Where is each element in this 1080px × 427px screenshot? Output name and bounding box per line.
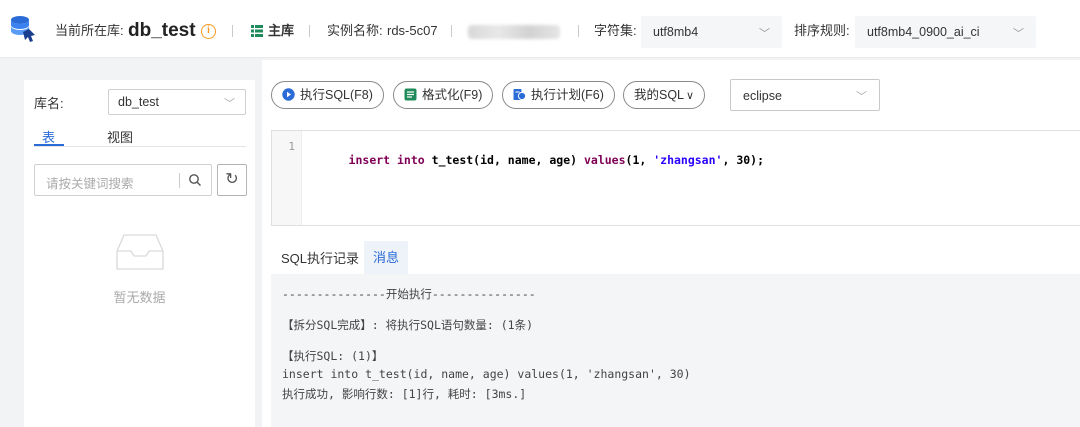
- console-line: 【执行SQL: (1)】: [282, 349, 384, 363]
- current-db-name: db_test: [128, 20, 196, 41]
- search-icon[interactable]: [188, 173, 202, 187]
- tab-sql-history[interactable]: SQL执行记录: [281, 248, 359, 267]
- my-sql-dropdown[interactable]: 我的SQL ∨: [623, 81, 706, 109]
- play-icon: [282, 88, 295, 101]
- console-line: insert into t_test(id, name, age) values…: [282, 367, 691, 381]
- chevron-down-icon: ﹀: [1013, 28, 1024, 40]
- code-token: values: [583, 153, 626, 167]
- execute-sql-label: 执行SQL(F8): [300, 88, 373, 102]
- code-token: insert into: [348, 153, 425, 167]
- collation-label: 排序规则:: [794, 23, 850, 38]
- console-line: 【拆分SQL完成】: 将执行SQL语句数量: (1条): [282, 318, 534, 332]
- code-token: , 30);: [722, 153, 765, 167]
- refresh-icon: ↻: [225, 171, 239, 188]
- chevron-down-icon: ﹀: [759, 28, 770, 40]
- refresh-button[interactable]: ↻: [217, 164, 247, 196]
- line-number: 1: [288, 140, 295, 153]
- tab-views[interactable]: 视图: [107, 127, 133, 146]
- empty-inbox-icon: [116, 234, 164, 270]
- redacted-instance-id: [468, 25, 560, 39]
- instance-label: 实例名称:: [327, 23, 383, 38]
- code-token: t_test(id, name, age): [424, 153, 584, 167]
- collation-select[interactable]: utf8mb4_0900_ai_ci ﹀: [855, 16, 1036, 48]
- instance-name: rds-5c07: [387, 23, 438, 38]
- current-db-label: 当前所在库:: [55, 23, 124, 38]
- message-console: ---------------开始执行--------------- 【拆分SQ…: [271, 274, 1080, 427]
- format-button[interactable]: 格式化(F9): [393, 81, 494, 109]
- top-bar: 当前所在库: db_test i 主库 实例名称: rds-5c07 字符集: …: [0, 0, 1080, 58]
- my-sql-label: 我的SQL: [634, 88, 685, 102]
- role-label: 主库: [268, 23, 295, 38]
- editor-theme-select[interactable]: eclipse ﹀: [730, 79, 880, 111]
- charset-value: utf8mb4: [653, 25, 699, 39]
- search-box[interactable]: 请按关键词搜索: [34, 164, 212, 196]
- plan-icon: [513, 89, 526, 101]
- empty-state-text: 暂无数据: [113, 290, 166, 305]
- editor-theme-value: eclipse: [743, 89, 782, 103]
- left-panel: 库名: db_test ﹀ 表 视图 请按关键词搜索 ↻ 暂无数据: [24, 80, 255, 427]
- console-line: ---------------开始执行---------------: [282, 287, 536, 301]
- charset-select[interactable]: utf8mb4 ﹀: [641, 16, 782, 48]
- chevron-down-icon: ∨: [686, 90, 695, 102]
- console-line: 执行成功, 影响行数: [1]行, 耗时: [3ms.]: [282, 387, 527, 401]
- db-select-value: db_test: [118, 95, 160, 109]
- format-icon: [404, 88, 417, 101]
- info-icon[interactable]: i: [201, 24, 216, 39]
- db-select[interactable]: db_test ﹀: [108, 89, 246, 115]
- code-token: (1,: [625, 153, 654, 167]
- search-input[interactable]: 请按关键词搜索: [46, 173, 134, 192]
- code-token: 'zhangsan': [653, 153, 723, 167]
- format-label: 格式化(F9): [422, 88, 483, 102]
- sql-code-line[interactable]: insert into t_test(id, name, age) values…: [307, 139, 764, 181]
- editor-gutter: 1: [272, 131, 302, 225]
- sql-editor[interactable]: 1 insert into t_test(id, name, age) valu…: [271, 130, 1080, 226]
- list-icon: [251, 25, 263, 37]
- chevron-down-icon: ﹀: [224, 98, 235, 110]
- execution-plan-label: 执行计划(F6): [531, 88, 604, 102]
- tab-messages[interactable]: 消息: [364, 241, 408, 274]
- execute-sql-button[interactable]: 执行SQL(F8): [271, 81, 384, 109]
- database-logo-icon: [11, 16, 35, 42]
- db-label: 库名:: [34, 96, 64, 111]
- chevron-down-icon: ﹀: [856, 91, 867, 103]
- charset-label: 字符集:: [594, 23, 637, 38]
- tab-divider: [34, 146, 246, 147]
- collation-value: utf8mb4_0900_ai_ci: [867, 25, 980, 39]
- execution-plan-button[interactable]: 执行计划(F6): [502, 81, 615, 109]
- main-panel: 执行SQL(F8) 格式化(F9) 执行计划(F6) 我的SQL ∨ eclips…: [262, 60, 1080, 427]
